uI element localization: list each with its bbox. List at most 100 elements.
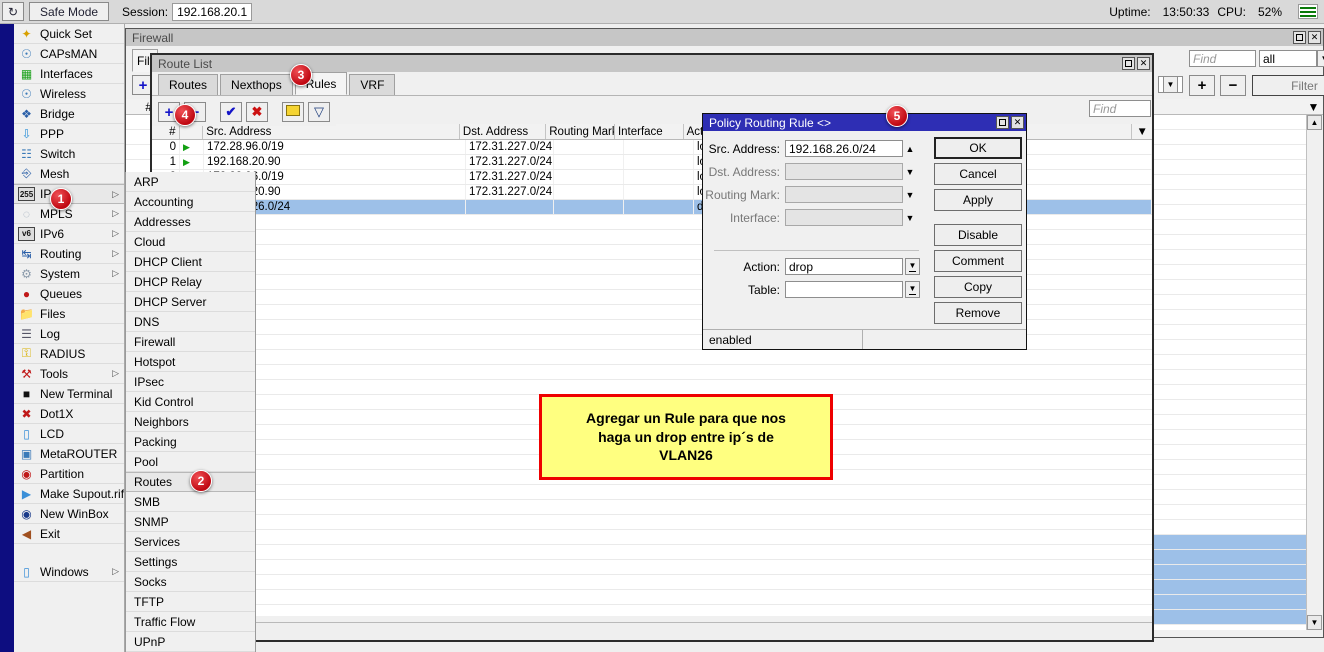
- sidebar-item-switch[interactable]: ☷Switch: [14, 144, 124, 164]
- ip-submenu-item-smb[interactable]: SMB: [126, 492, 255, 512]
- sidebar-item-interfaces[interactable]: ▦Interfaces: [14, 64, 124, 84]
- ip-submenu-item-cloud[interactable]: Cloud: [126, 232, 255, 252]
- sidebar-item-partition[interactable]: ◉Partition: [14, 464, 124, 484]
- sidebar-item-mpls[interactable]: ◌MPLS▷: [14, 204, 124, 224]
- route-list-col-src-address[interactable]: Src. Address: [203, 124, 460, 139]
- route-list-col-routing-mark[interactable]: Routing Mark: [546, 124, 615, 139]
- ip-submenu-item-tftp[interactable]: TFTP: [126, 592, 255, 612]
- field-input-interface[interactable]: [785, 209, 903, 226]
- firewall-maximize-button[interactable]: [1293, 31, 1306, 44]
- ip-submenu-item-settings[interactable]: Settings: [126, 552, 255, 572]
- tab-vrf[interactable]: VRF: [349, 74, 395, 95]
- ip-submenu-item-packing[interactable]: Packing: [126, 432, 255, 452]
- sidebar-item-queues[interactable]: ●Queues: [14, 284, 124, 304]
- chevron-up-icon[interactable]: ▲: [903, 140, 917, 157]
- field-input-routing-mark[interactable]: [785, 186, 903, 203]
- route-list-maximize-button[interactable]: [1122, 57, 1135, 70]
- firewall-close-button[interactable]: ✕: [1308, 31, 1321, 44]
- ip-submenu-item-ipsec[interactable]: IPsec: [126, 372, 255, 392]
- chevron-down-icon[interactable]: ▼: [903, 163, 917, 180]
- comment-button[interactable]: Comment: [934, 250, 1022, 272]
- combo-dropdown-button[interactable]: ▼: [905, 281, 920, 298]
- firewall-filter-select[interactable]: all: [1259, 50, 1317, 67]
- ip-submenu-item-pool[interactable]: Pool: [126, 452, 255, 472]
- ip-submenu-item-snmp[interactable]: SNMP: [126, 512, 255, 532]
- ip-submenu-item-neighbors[interactable]: Neighbors: [126, 412, 255, 432]
- ip-submenu-item-services[interactable]: Services: [126, 532, 255, 552]
- firewall-minus-button[interactable]: −: [1220, 75, 1246, 96]
- sidebar-item-system[interactable]: ⚙System▷: [14, 264, 124, 284]
- sidebar-item-wireless[interactable]: ☉Wireless: [14, 84, 124, 104]
- sidebar-item-new-winbox[interactable]: ◉New WinBox: [14, 504, 124, 524]
- route-list-col-interface[interactable]: Interface: [615, 124, 684, 139]
- sidebar-item-log[interactable]: ☰Log: [14, 324, 124, 344]
- route-list-col-flag[interactable]: [180, 124, 204, 139]
- tab-nexthops[interactable]: Nexthops: [220, 74, 293, 95]
- combo-dropdown-button[interactable]: ▼: [905, 258, 920, 275]
- ip-submenu-item-firewall[interactable]: Firewall: [126, 332, 255, 352]
- sidebar-item-ipv6[interactable]: v6IPv6▷: [14, 224, 124, 244]
- filter-button[interactable]: ▽: [308, 102, 330, 122]
- safe-mode-button[interactable]: Safe Mode: [29, 2, 109, 21]
- sidebar-item-lcd[interactable]: ▯LCD: [14, 424, 124, 444]
- sidebar-item-bridge[interactable]: ❖Bridge: [14, 104, 124, 124]
- remove-button[interactable]: Remove: [934, 302, 1022, 324]
- field-input-src-address[interactable]: 192.168.26.0/24: [785, 140, 903, 157]
- ip-submenu-item-dns[interactable]: DNS: [126, 312, 255, 332]
- comment-button[interactable]: [282, 102, 304, 122]
- ip-submenu-item-dhcp-client[interactable]: DHCP Client: [126, 252, 255, 272]
- sidebar-item-exit[interactable]: ◀Exit: [14, 524, 124, 544]
- ip-submenu-item-arp[interactable]: ARP: [126, 172, 255, 192]
- disable-button[interactable]: Disable: [934, 224, 1022, 246]
- ip-submenu-item-hotspot[interactable]: Hotspot: [126, 352, 255, 372]
- field-input-dst-address[interactable]: [785, 163, 903, 180]
- policy-routing-rule-dialog[interactable]: Policy Routing Rule <> ✕ Src. Address:19…: [702, 113, 1027, 350]
- sidebar-item-metarouter[interactable]: ▣MetaROUTER: [14, 444, 124, 464]
- ip-submenu-item-upnp[interactable]: UPnP: [126, 632, 255, 652]
- cancel-button[interactable]: Cancel: [934, 163, 1022, 185]
- sidebar-item-tools[interactable]: ⚒Tools▷: [14, 364, 124, 384]
- sidebar-item-files[interactable]: 📁Files: [14, 304, 124, 324]
- firewall-column-menu-button[interactable]: ▼: [1304, 99, 1323, 115]
- chevron-down-icon[interactable]: ▼: [903, 186, 917, 203]
- ip-submenu-item-dhcp-server[interactable]: DHCP Server: [126, 292, 255, 312]
- copy-button[interactable]: Copy: [934, 276, 1022, 298]
- chevron-down-icon[interactable]: ▼: [903, 209, 917, 226]
- firewall-window-titlebar[interactable]: Firewall ✕: [126, 29, 1323, 46]
- ip-submenu-item-addresses[interactable]: Addresses: [126, 212, 255, 232]
- firewall-plus-button[interactable]: +: [1189, 75, 1215, 96]
- sidebar-item-routing[interactable]: ↹Routing▷: [14, 244, 124, 264]
- route-list-column-menu-button[interactable]: ▼: [1132, 124, 1152, 139]
- disable-button[interactable]: ✖: [246, 102, 268, 122]
- route-list-col-dst-address[interactable]: Dst. Address: [460, 124, 546, 139]
- policy-rule-titlebar[interactable]: Policy Routing Rule <> ✕: [703, 114, 1026, 131]
- refresh-icon-button[interactable]: ↻: [2, 2, 24, 21]
- tab-routes[interactable]: Routes: [158, 74, 218, 95]
- sidebar-item-mesh[interactable]: ⎆Mesh: [14, 164, 124, 184]
- policy-rule-maximize-button[interactable]: [996, 116, 1009, 129]
- ip-submenu-item-socks[interactable]: Socks: [126, 572, 255, 592]
- route-list-close-button[interactable]: ✕: [1137, 57, 1150, 70]
- firewall-filter-select-arrow[interactable]: ▼: [1317, 50, 1324, 67]
- scroll-up-icon[interactable]: ▲: [1307, 115, 1322, 130]
- field-input-action[interactable]: drop: [785, 258, 903, 275]
- firewall-find-input[interactable]: Find: [1189, 50, 1256, 67]
- field-input-table[interactable]: [785, 281, 903, 298]
- sidebar-item-radius[interactable]: ⚿RADIUS: [14, 344, 124, 364]
- route-list-find-input[interactable]: Find: [1089, 100, 1151, 117]
- ip-submenu-item-dhcp-relay[interactable]: DHCP Relay: [126, 272, 255, 292]
- sidebar-item-ppp[interactable]: ⇩PPP: [14, 124, 124, 144]
- sidebar-item-dot1x[interactable]: ✖Dot1X: [14, 404, 124, 424]
- sidebar-item-capsman[interactable]: ☉CAPsMAN: [14, 44, 124, 64]
- ip-submenu-item-kid-control[interactable]: Kid Control: [126, 392, 255, 412]
- enable-button[interactable]: ✔: [220, 102, 242, 122]
- policy-rule-close-button[interactable]: ✕: [1011, 116, 1024, 129]
- sidebar-item-new-terminal[interactable]: ■New Terminal: [14, 384, 124, 404]
- ip-submenu-item-traffic-flow[interactable]: Traffic Flow: [126, 612, 255, 632]
- sidebar-item-make-supout-rif[interactable]: ▶Make Supout.rif: [14, 484, 124, 504]
- apply-button[interactable]: Apply: [934, 189, 1022, 211]
- firewall-settings-combo[interactable]: ▼: [1158, 76, 1183, 93]
- scroll-down-icon[interactable]: ▼: [1307, 615, 1322, 630]
- ok-button[interactable]: OK: [934, 137, 1022, 159]
- firewall-vertical-scrollbar[interactable]: ▲ ▼: [1306, 115, 1323, 630]
